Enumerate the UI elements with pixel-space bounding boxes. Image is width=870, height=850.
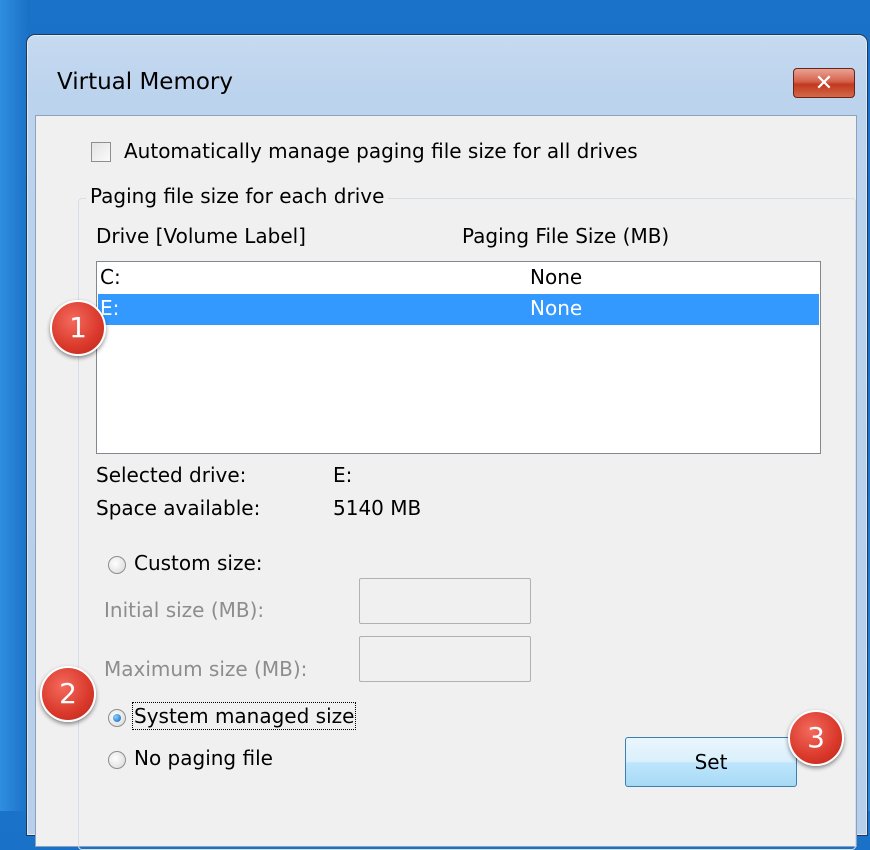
drive-row-e[interactable]: E: None [98,294,819,325]
custom-size-label[interactable]: Custom size: [134,551,263,575]
maximum-size-input[interactable] [359,636,531,682]
space-available-value: 5140 MB [333,496,422,520]
system-managed-label[interactable]: System managed size [131,702,357,730]
dialog-title: Virtual Memory [57,69,234,95]
drive-paging-size: None [530,265,583,289]
step-badge-2: 2 [40,666,96,722]
no-paging-file-label[interactable]: No paging file [134,746,273,770]
close-button[interactable]: ✕ [793,68,855,98]
column-header-size: Paging File Size (MB) [462,224,670,248]
selected-drive-label: Selected drive: [96,463,247,487]
custom-size-radio[interactable] [108,556,126,574]
dialog-client-area: Automatically manage paging file size fo… [35,115,857,850]
virtual-memory-dialog: Virtual Memory ✕ Automatically manage pa… [26,34,868,850]
drive-row-c[interactable]: C: None [98,263,819,294]
group-title: Paging file size for each drive [86,184,389,208]
drive-letter: C: [100,265,121,289]
auto-manage-label[interactable]: Automatically manage paging file size fo… [124,139,638,163]
no-paging-file-radio[interactable] [108,751,126,769]
column-header-drive: Drive [Volume Label] [96,224,306,248]
system-managed-radio[interactable] [108,709,126,727]
initial-size-input[interactable] [359,578,531,624]
initial-size-label: Initial size (MB): [104,598,265,622]
auto-manage-checkbox[interactable] [91,142,111,162]
space-available-label: Space available: [96,496,261,520]
drive-list[interactable]: C: None E: None [96,261,821,454]
selected-drive-value: E: [333,463,353,487]
step-badge-3: 3 [788,710,844,766]
maximum-size-label: Maximum size (MB): [104,657,308,681]
drive-paging-size: None [530,296,583,320]
step-badge-1: 1 [50,300,106,356]
radio-selected-dot [113,714,121,722]
set-button[interactable]: Set [625,737,797,787]
